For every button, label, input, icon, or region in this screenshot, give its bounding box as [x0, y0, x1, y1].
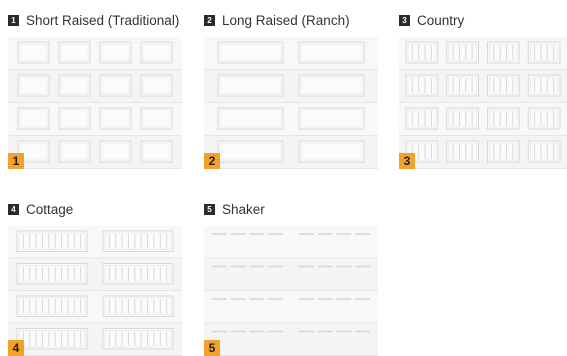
- door-panel: [298, 140, 365, 163]
- style-label: Country: [417, 12, 465, 28]
- style-number-tag: 5: [204, 340, 220, 356]
- style-title: 1 Short Raised (Traditional): [8, 12, 179, 28]
- door-panel: [217, 74, 284, 97]
- door-panel: [99, 41, 132, 64]
- door-panel: [99, 140, 132, 163]
- door-panel: [527, 41, 561, 64]
- door-panel: [446, 74, 479, 97]
- door-panel: [140, 41, 173, 64]
- door-style-4[interactable]: 4 Cottage 4: [8, 201, 182, 356]
- door-panel: [102, 263, 174, 285]
- door-panel: [17, 107, 50, 130]
- style-title: 4 Cottage: [8, 201, 73, 217]
- door-panel: [102, 295, 174, 317]
- door-panel: [405, 41, 439, 64]
- style-label: Long Raised (Ranch): [222, 12, 350, 28]
- door-style-1[interactable]: 1 Short Raised (Traditional) 1: [8, 12, 182, 169]
- style-number-tag: 1: [8, 153, 24, 169]
- style-number-tag: 2: [204, 153, 220, 169]
- style-title: 3 Country: [399, 12, 464, 28]
- door-panel-drawing: [204, 226, 378, 356]
- door-panel: [446, 140, 479, 163]
- door-image-shaker[interactable]: [204, 226, 378, 356]
- door-panel-drawing: [399, 37, 567, 169]
- door-panel: [140, 140, 173, 163]
- door-panel: [58, 74, 91, 97]
- style-title: 2 Long Raised (Ranch): [204, 12, 350, 28]
- door-panel: [298, 107, 365, 130]
- door-style-2[interactable]: 2 Long Raised (Ranch) 2: [204, 12, 378, 169]
- style-number-badge: 2: [204, 14, 215, 26]
- door-panel: [527, 107, 561, 130]
- style-number-badge: 3: [399, 14, 410, 26]
- door-panel: [58, 140, 91, 163]
- door-panel: [487, 74, 520, 97]
- door-panel: [405, 74, 439, 97]
- door-panel: [16, 230, 88, 252]
- door-panel: [17, 74, 50, 97]
- door-panel: [140, 107, 173, 130]
- door-panel: [446, 107, 479, 130]
- door-section: [204, 226, 378, 258]
- door-panel: [58, 41, 91, 64]
- door-panel: [217, 140, 284, 163]
- door-panel-drawing: [204, 37, 378, 169]
- door-panel: [102, 328, 174, 350]
- door-panel: [487, 107, 520, 130]
- door-panel: [17, 41, 50, 64]
- door-panel: [487, 41, 520, 64]
- style-number-tag: 3: [399, 153, 415, 169]
- door-panel: [527, 74, 561, 97]
- door-panel-drawing: [8, 37, 182, 169]
- style-number-badge: 5: [204, 203, 215, 215]
- door-panel: [16, 263, 88, 285]
- style-label: Shaker: [222, 201, 265, 217]
- door-panel: [99, 74, 132, 97]
- door-section: [204, 258, 378, 290]
- door-panel: [405, 107, 439, 130]
- door-panel: [217, 107, 284, 130]
- style-label: Short Raised (Traditional): [26, 12, 180, 28]
- door-panel: [99, 107, 132, 130]
- door-panel-drawing: [8, 226, 182, 356]
- door-section: [204, 291, 378, 323]
- door-panel: [487, 140, 520, 163]
- door-panel: [16, 295, 88, 317]
- style-number-badge: 4: [8, 203, 19, 215]
- door-panel: [16, 328, 88, 350]
- door-image-short-raised[interactable]: [8, 37, 182, 169]
- door-panel: [217, 41, 284, 64]
- door-image-cottage[interactable]: [8, 226, 182, 356]
- style-number-tag: 4: [8, 340, 24, 356]
- door-section: [204, 323, 378, 355]
- door-panel: [298, 41, 365, 64]
- style-label: Cottage: [26, 201, 74, 217]
- style-number-badge: 1: [8, 14, 19, 26]
- style-title: 5 Shaker: [204, 201, 265, 217]
- door-panel: [446, 41, 479, 64]
- door-panel: [527, 140, 561, 163]
- door-panel: [102, 230, 174, 252]
- door-panel: [298, 74, 365, 97]
- door-image-country[interactable]: [399, 37, 567, 169]
- door-panel: [140, 74, 173, 97]
- door-style-3[interactable]: 3 Country 3: [399, 12, 567, 169]
- door-image-long-raised[interactable]: [204, 37, 378, 169]
- door-panel: [58, 107, 91, 130]
- door-style-5[interactable]: 5 Shaker 5: [204, 201, 378, 356]
